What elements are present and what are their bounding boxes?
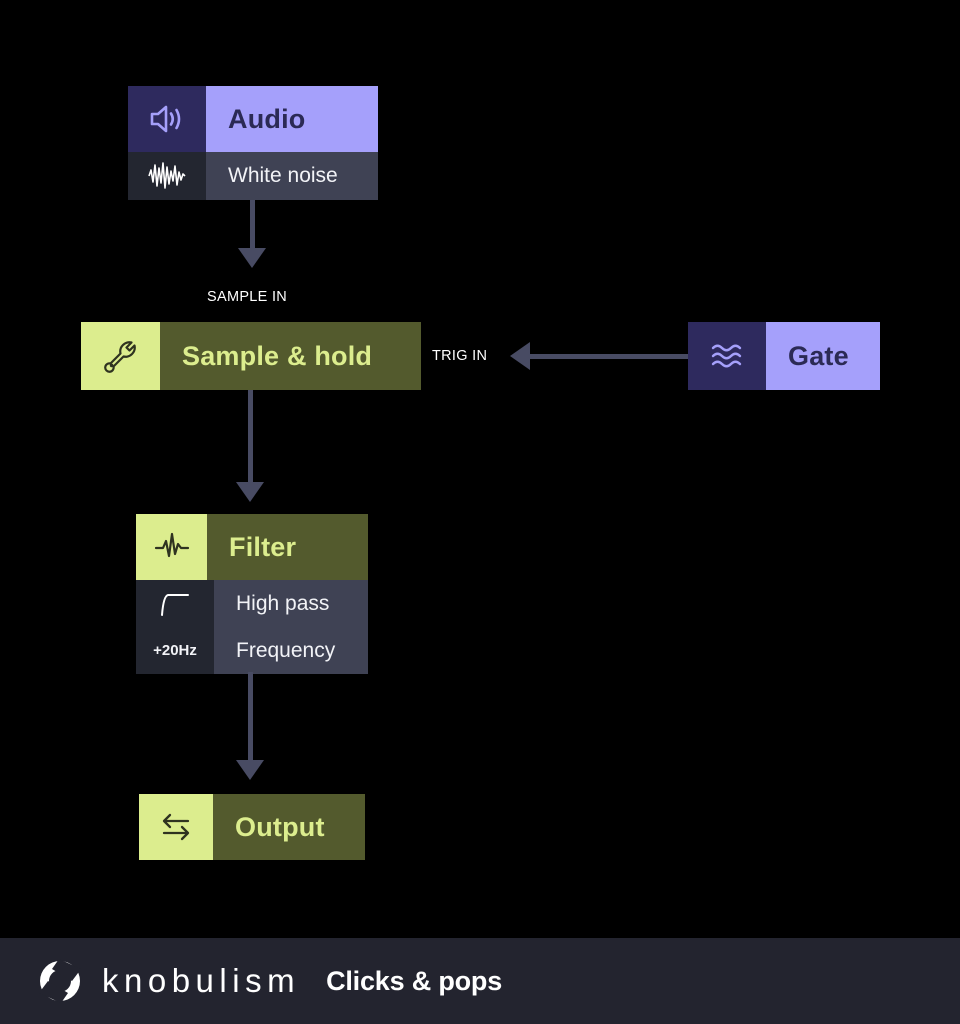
module-output-title-cell: Output bbox=[213, 794, 365, 860]
module-output-title: Output bbox=[235, 811, 325, 842]
module-output[interactable]: Output bbox=[139, 794, 365, 860]
transfer-arrows-icon bbox=[139, 794, 213, 860]
speaker-icon bbox=[128, 86, 206, 152]
module-filter-header[interactable]: Filter bbox=[136, 514, 368, 580]
connector-gate-to-sample-hold bbox=[530, 354, 688, 359]
module-filter-row-0-label-cell: High pass bbox=[214, 580, 368, 627]
module-audio-title-cell: Audio bbox=[206, 86, 378, 152]
module-audio-row-0-label: White noise bbox=[228, 164, 338, 187]
module-filter[interactable]: Filter High pass +20Hz Frequency bbox=[136, 514, 368, 674]
waves-icon bbox=[688, 322, 766, 390]
knob-logo-icon bbox=[36, 957, 84, 1005]
module-filter-row-0[interactable]: High pass bbox=[136, 580, 368, 627]
module-filter-row-0-label: High pass bbox=[236, 591, 330, 615]
module-filter-row-1-value-cell: +20Hz bbox=[136, 627, 214, 674]
module-gate-header[interactable]: Gate bbox=[688, 322, 880, 390]
module-gate-title: Gate bbox=[788, 340, 849, 371]
module-gate-title-cell: Gate bbox=[766, 322, 880, 390]
module-gate[interactable]: Gate bbox=[688, 322, 880, 390]
module-filter-row-1-label: Frequency bbox=[236, 638, 336, 662]
wrench-icon bbox=[81, 322, 160, 390]
module-filter-title: Filter bbox=[229, 531, 297, 562]
connector-audio-to-sample-hold-arrowhead bbox=[238, 248, 266, 268]
connector-filter-to-output-arrowhead bbox=[236, 760, 264, 780]
module-audio[interactable]: Audio White noise bbox=[128, 86, 378, 200]
module-filter-row-1-value: +20Hz bbox=[153, 642, 197, 659]
module-sample-hold-title: Sample & hold bbox=[182, 340, 373, 371]
port-label-sample-in: SAMPLE IN bbox=[207, 289, 288, 305]
module-filter-row-1[interactable]: +20Hz Frequency bbox=[136, 627, 368, 674]
module-audio-row-0-label-cell: White noise bbox=[206, 152, 378, 200]
module-audio-row-0[interactable]: White noise bbox=[128, 152, 378, 200]
connector-sample-hold-to-filter-arrowhead bbox=[236, 482, 264, 502]
brand-name: knobulism bbox=[102, 962, 301, 999]
module-audio-title: Audio bbox=[228, 103, 306, 134]
module-sample-hold[interactable]: Sample & hold bbox=[81, 322, 421, 390]
highpass-curve-icon bbox=[136, 580, 214, 627]
module-filter-row-1-label-cell: Frequency bbox=[214, 627, 368, 674]
footer-subtitle: Clicks & pops bbox=[326, 965, 503, 996]
port-label-trig-in: TRIG IN bbox=[432, 348, 488, 364]
connector-filter-to-output bbox=[248, 672, 253, 764]
connector-audio-to-sample-hold bbox=[250, 200, 255, 252]
patch-diagram-canvas: Audio White noise SAMPLE IN Sample & hol… bbox=[0, 0, 960, 938]
module-sample-hold-title-cell: Sample & hold bbox=[160, 322, 421, 390]
module-output-header[interactable]: Output bbox=[139, 794, 365, 860]
module-audio-header[interactable]: Audio bbox=[128, 86, 378, 152]
spike-waveform-icon bbox=[136, 514, 207, 580]
white-noise-waveform-icon bbox=[128, 152, 206, 200]
connector-gate-to-sample-hold-arrowhead bbox=[510, 342, 530, 370]
module-filter-title-cell: Filter bbox=[207, 514, 368, 580]
module-sample-hold-header[interactable]: Sample & hold bbox=[81, 322, 421, 390]
footer-bar: knobulism Clicks & pops bbox=[0, 938, 960, 1024]
connector-sample-hold-to-filter bbox=[248, 390, 253, 486]
